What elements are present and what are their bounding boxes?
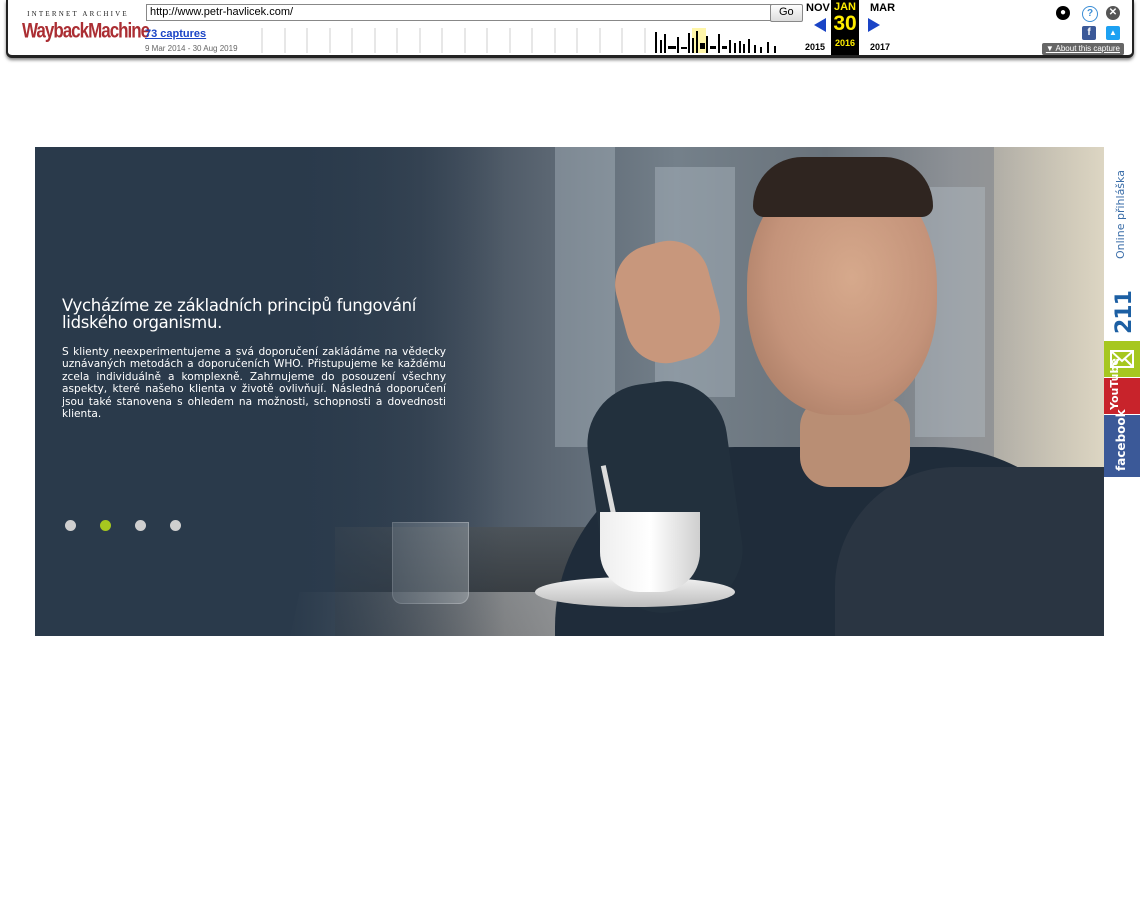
slider-dot-4[interactable] — [170, 520, 181, 531]
slide-body: S klienty neexperimentujeme a svá doporu… — [62, 346, 446, 421]
prev-year-link[interactable]: 2015 — [805, 42, 825, 52]
toolbar-icons: ● ? ✕ f ▲ — [1044, 4, 1124, 44]
sparkline-current-year — [692, 28, 706, 53]
slider-dot-3[interactable] — [135, 520, 146, 531]
current-year: 2016 — [834, 38, 856, 48]
facebook-share-icon[interactable]: f — [1082, 26, 1096, 40]
account-icon[interactable]: ● — [1056, 6, 1070, 20]
twitter-share-icon[interactable]: ▲ — [1106, 26, 1120, 40]
about-capture-link[interactable]: ▼ About this capture — [1041, 43, 1124, 55]
current-capture-date: JAN 30 2016 — [831, 0, 859, 55]
capture-date-range: 9 Mar 2014 - 30 Aug 2019 — [145, 44, 238, 53]
help-icon[interactable]: ? — [1082, 6, 1098, 22]
month-navigator: NOV JAN 30 2016 MAR 2015 2017 — [804, 0, 904, 55]
wayback-logo[interactable]: INTERNET ARCHIVE WaybackMachine — [22, 6, 150, 50]
brand-number: 211 — [1112, 291, 1137, 334]
slider-dot-2[interactable] — [100, 520, 111, 531]
prev-month-link[interactable]: NOV — [806, 2, 830, 14]
slide-caption: Vycházíme ze základních principů fungová… — [62, 297, 446, 420]
about-capture-label: About this capture — [1055, 44, 1120, 53]
next-year-link[interactable]: 2017 — [870, 42, 890, 52]
wayback-toolbar: INTERNET ARCHIVE WaybackMachine http://w… — [6, 0, 1134, 58]
capture-sparkline[interactable] — [240, 28, 780, 53]
facebook-label: facebook — [1114, 409, 1128, 471]
sparkline-grid — [261, 28, 646, 53]
wayback-go-button[interactable]: Go — [770, 4, 803, 22]
facebook-tab[interactable]: facebook — [1104, 409, 1140, 477]
slide-heading: Vycházíme ze základních principů fungová… — [62, 296, 417, 332]
hero-slider: Vycházíme ze základních principů fungová… — [35, 147, 1104, 636]
man-hair — [753, 157, 933, 217]
close-icon[interactable]: ✕ — [1106, 6, 1120, 20]
captures-link[interactable]: 73 captures — [145, 28, 206, 40]
wayback-logo-main: WaybackMachine — [22, 18, 150, 43]
next-capture-arrow-icon[interactable] — [868, 18, 880, 32]
coffee-cup — [600, 512, 700, 592]
sparkline-bars — [655, 31, 776, 53]
youtube-label: YouTube — [1108, 358, 1121, 410]
prev-capture-arrow-icon[interactable] — [814, 18, 826, 32]
wayback-url-input[interactable]: http://www.petr-havlicek.com/ — [146, 4, 774, 21]
brand-211-tab[interactable]: 211 — [1104, 268, 1140, 340]
next-month-link[interactable]: MAR — [870, 2, 895, 14]
slider-dot-1[interactable] — [65, 520, 76, 531]
current-day: 30 — [833, 12, 857, 35]
online-application-tab[interactable]: Online přihláška — [1104, 147, 1140, 267]
wayback-logo-top: INTERNET ARCHIVE — [27, 10, 129, 18]
online-application-label: Online přihláška — [1114, 170, 1127, 259]
